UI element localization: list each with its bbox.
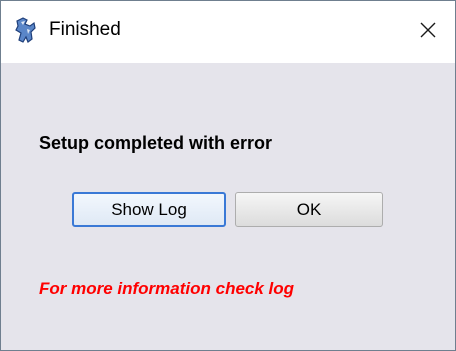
window-title: Finished: [49, 19, 121, 40]
close-icon: [419, 21, 437, 44]
ok-button[interactable]: OK: [235, 192, 383, 227]
show-log-button[interactable]: Show Log: [72, 192, 226, 227]
dialog-body: Setup completed with error Show Log OK F…: [1, 63, 455, 350]
title-bar[interactable]: Finished: [1, 1, 455, 63]
status-message: Setup completed with error: [39, 133, 273, 153]
finished-dialog-window: Finished Setup completed with error Show…: [0, 0, 456, 351]
setup-wizard-icon: [14, 17, 36, 43]
log-hint-text: For more information check log: [39, 279, 295, 298]
close-button[interactable]: [401, 1, 455, 63]
